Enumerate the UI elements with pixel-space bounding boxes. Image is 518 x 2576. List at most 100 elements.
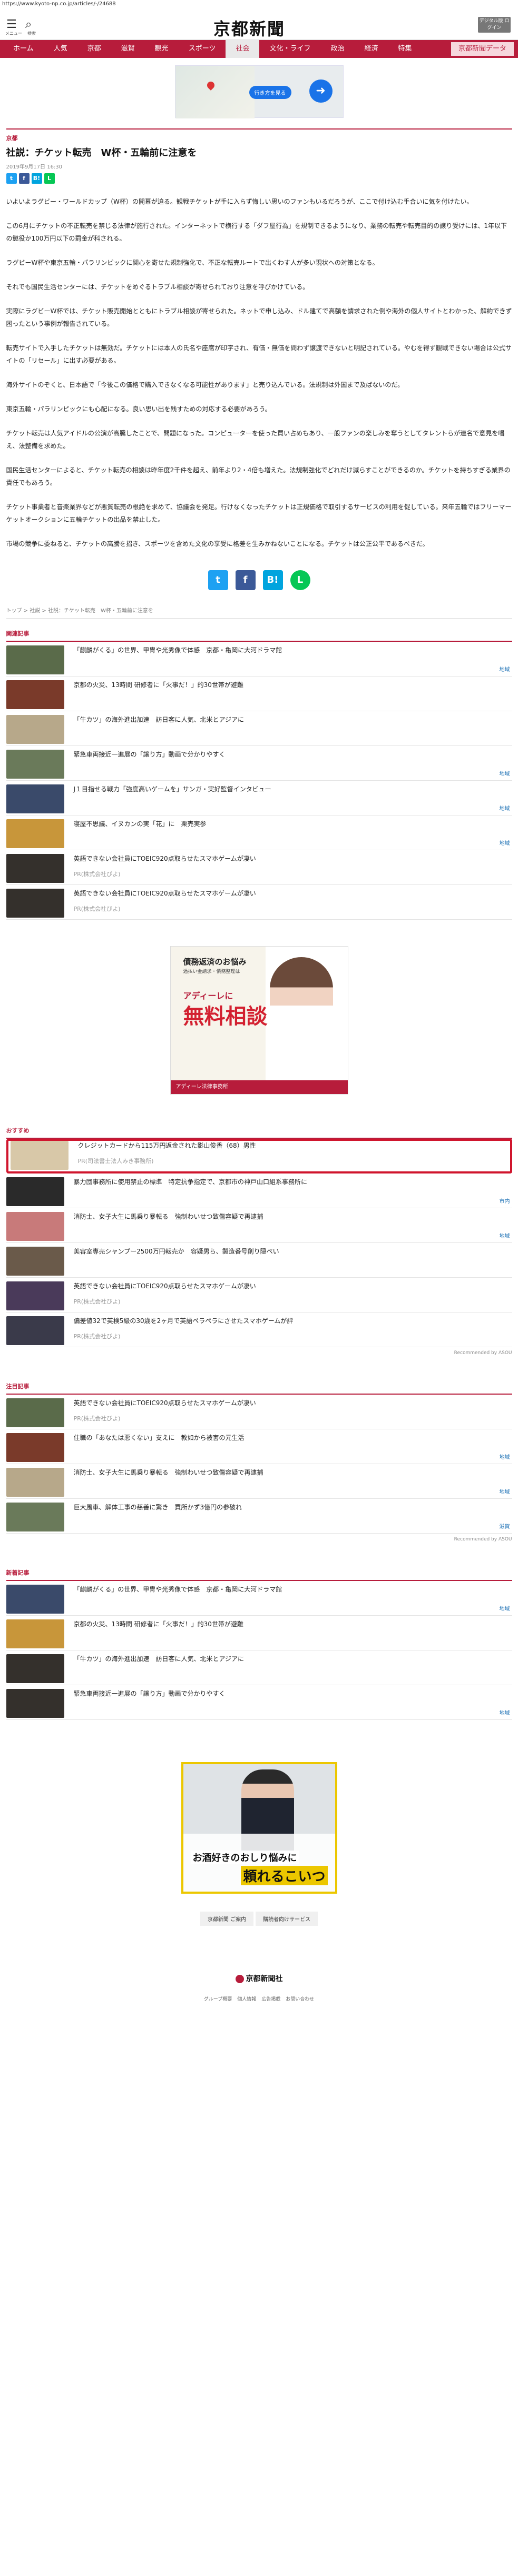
footer-menu-item[interactable]: 広告掲載: [261, 1995, 280, 2002]
list-item-tag[interactable]: 地域: [500, 804, 510, 812]
article-thumbnail[interactable]: [6, 1654, 64, 1683]
article-thumbnail[interactable]: [6, 1689, 64, 1718]
list-item-title[interactable]: 住職の「あなたは悪くない」支えに 教如から被害の元生活: [74, 1433, 512, 1443]
article-thumbnail[interactable]: [6, 889, 64, 918]
footer-link-subscriber[interactable]: 購読者向けサービス: [256, 1912, 318, 1926]
list-item-tag[interactable]: 地域: [500, 1604, 510, 1612]
list-item[interactable]: 京都の火災、13時間 研修者に「火事だ！」的30世帯が避難: [6, 1616, 512, 1650]
list-item-title[interactable]: 英語できない会社員にTOEIC920点取らせたスマホゲームが凄い: [74, 854, 512, 863]
list-item-title[interactable]: 偏差値32で英検5級の30歳を2ヶ月で英語ペラペラにさせたスマホゲームが評: [74, 1316, 512, 1326]
article-thumbnail[interactable]: [6, 1619, 64, 1648]
list-item[interactable]: クレジットカードから115万円返金された影山俊香（68）男性 PR(司法書士法人み…: [6, 1139, 512, 1173]
list-item[interactable]: 美容室専売シャンプー2500万円転売か 容疑男ら、製造番号削り隠ぺい: [6, 1243, 512, 1278]
list-item[interactable]: 消防士、女子大生に馬乗り暴転る 強制わいせつ致傷容疑で再逮捕 地域: [6, 1464, 512, 1499]
ad-cta-button[interactable]: 行き方を見る: [249, 86, 291, 99]
article-thumbnail[interactable]: [6, 1316, 64, 1345]
article-thumbnail[interactable]: [6, 1398, 64, 1427]
list-item-title[interactable]: 美容室専売シャンプー2500万円転売か 容疑男ら、製造番号削り隠ぺい: [74, 1247, 512, 1256]
nav-item[interactable]: スポーツ: [179, 40, 226, 58]
menu-icon[interactable]: ☰: [6, 18, 17, 31]
footer-menu-item[interactable]: お問い合わせ: [286, 1995, 314, 2002]
article-thumbnail[interactable]: [10, 1141, 69, 1170]
article-thumbnail[interactable]: [6, 819, 64, 848]
nav-item[interactable]: 特集: [388, 40, 422, 58]
directions-arrow-icon[interactable]: ➜: [309, 79, 333, 103]
nav-item[interactable]: 文化・ライフ: [259, 40, 320, 58]
list-item-title[interactable]: 英語できない会社員にTOEIC920点取らせたスマホゲームが凄い: [74, 889, 512, 898]
ad-banner-mid[interactable]: 債務返済のお悩み 過払い金請求・債務整理は アディーレに 無料相談 アディーレ法…: [170, 946, 348, 1095]
article-thumbnail[interactable]: [6, 645, 64, 674]
article-thumbnail[interactable]: [6, 1212, 64, 1241]
list-item[interactable]: 英語できない会社員にTOEIC920点取らせたスマホゲームが凄い PR(株式会社ぴ…: [6, 1395, 512, 1429]
nav-item[interactable]: 京都新聞データ: [451, 42, 514, 56]
list-item-title[interactable]: クレジットカードから115万円返金された影山俊香（68）男性: [78, 1141, 508, 1150]
digital-login-button[interactable]: デジタル版 ログイン: [478, 17, 511, 33]
list-item-tag[interactable]: 地域: [500, 839, 510, 847]
list-item-title[interactable]: 緊急車両接近一進展の「譲り方」動画で分かりやすく: [74, 1689, 512, 1698]
hatena-share-icon[interactable]: B!: [262, 570, 283, 590]
list-item[interactable]: 住職の「あなたは悪くない」支えに 教如から被害の元生活 地域: [6, 1429, 512, 1464]
list-item-title[interactable]: J１目指せる戦力「強度高いゲームを」サンガ・実好監督インタビュー: [74, 784, 512, 794]
article-thumbnail[interactable]: [6, 854, 64, 883]
article-thumbnail[interactable]: [6, 1281, 64, 1310]
facebook-share-icon[interactable]: f: [235, 570, 256, 590]
hatena-share-icon[interactable]: B!: [31, 173, 42, 184]
list-item-tag[interactable]: 地域: [500, 1708, 510, 1716]
list-item-title[interactable]: 「麒麟がくる」の世界、甲冑や光秀像で体感 京都・亀岡に大河ドラマ館: [74, 1585, 512, 1594]
list-item[interactable]: 英語できない会社員にTOEIC920点取らせたスマホゲームが凄い PR(株式会社ぴ…: [6, 1278, 512, 1312]
list-item-title[interactable]: 「牛カツ」の海外進出加速 訪日客に人気、北米とアジアに: [74, 1654, 512, 1664]
nav-item[interactable]: 人気: [44, 40, 77, 58]
list-item[interactable]: 寝屋不思議、イヌカンの実「花」に 栗売実参地域: [6, 815, 512, 850]
list-item[interactable]: 京都の火災、13時間 研修者に「火事だ！」的30世帯が避難: [6, 677, 512, 711]
list-item-title[interactable]: 京都の火災、13時間 研修者に「火事だ！」的30世帯が避難: [74, 1619, 512, 1629]
line-share-icon[interactable]: L: [44, 173, 55, 184]
nav-item[interactable]: ホーム: [3, 40, 44, 58]
line-share-icon[interactable]: L: [290, 570, 310, 590]
list-item-title[interactable]: 緊急車両接近一進展の「譲り方」動画で分かりやすく: [74, 750, 512, 759]
article-thumbnail[interactable]: [6, 750, 64, 779]
list-item-title[interactable]: 英語できない会社員にTOEIC920点取らせたスマホゲームが凄い: [74, 1281, 512, 1291]
article-thumbnail[interactable]: [6, 1177, 64, 1206]
list-item-title[interactable]: 「麒麟がくる」の世界、甲冑や光秀像で体感 京都・亀岡に大河ドラマ館: [74, 645, 512, 655]
list-item[interactable]: 「牛カツ」の海外進出加速 訪日客に人気、北米とアジアに: [6, 711, 512, 746]
list-item-tag[interactable]: 滋賀: [500, 1522, 510, 1530]
url-bar[interactable]: https://www.kyoto-np.co.jp/articles/-/24…: [0, 0, 518, 8]
list-item-title[interactable]: 京都の火災、13時間 研修者に「火事だ！」的30世帯が避難: [74, 680, 512, 690]
list-item[interactable]: 偏差値32で英検5級の30歳を2ヶ月で英語ペラペラにさせたスマホゲームが評 PR(…: [6, 1312, 512, 1347]
twitter-share-icon[interactable]: t: [208, 570, 228, 590]
list-item-title[interactable]: 英語できない会社員にTOEIC920点取らせたスマホゲームが凄い: [74, 1398, 512, 1408]
ad-banner-bottom[interactable]: お酒好きのおしり悩みに 頼れるこいつ: [181, 1762, 337, 1894]
list-item[interactable]: 「牛カツ」の海外進出加速 訪日客に人気、北米とアジアに: [6, 1650, 512, 1685]
list-item[interactable]: 緊急車両接近一進展の「譲り方」動画で分かりやすく地域: [6, 1685, 512, 1720]
article-thumbnail[interactable]: [6, 1503, 64, 1531]
article-thumbnail[interactable]: [6, 715, 64, 744]
list-item-tag[interactable]: 地域: [500, 769, 510, 777]
twitter-share-icon[interactable]: t: [6, 173, 17, 184]
article-thumbnail[interactable]: [6, 1247, 64, 1276]
ad-banner-top[interactable]: 行き方を見る ➜: [174, 65, 344, 118]
list-item-title[interactable]: 「牛カツ」の海外進出加速 訪日客に人気、北米とアジアに: [74, 715, 512, 724]
breadcrumb[interactable]: トップ > 社説 > 社説：チケット転売 W杯・五輪前に注意を: [6, 606, 512, 619]
article-thumbnail[interactable]: [6, 680, 64, 709]
list-item-title[interactable]: 暴力団事務所に使用禁止の標準 特定抗争指定で、京都市の神戸山口組系事務所に: [74, 1177, 512, 1187]
list-item-title[interactable]: 寝屋不思議、イヌカンの実「花」に 栗売実参: [74, 819, 512, 829]
list-item[interactable]: 英語できない会社員にTOEIC920点取らせたスマホゲームが凄い PR(株式会社ぴ…: [6, 885, 512, 920]
list-item-tag[interactable]: 地域: [500, 1231, 510, 1239]
recommended-by[interactable]: Recommended by ɅЅOU: [6, 1350, 512, 1356]
list-item-tag[interactable]: 地域: [500, 665, 510, 673]
nav-item[interactable]: 経済: [354, 40, 388, 58]
facebook-share-icon[interactable]: f: [18, 173, 30, 184]
footer-logo[interactable]: 京都新聞社: [6, 1973, 512, 1984]
list-item[interactable]: 消防士、女子大生に馬乗り暴転る 強制わいせつ致傷容疑で再逮捕 地域: [6, 1208, 512, 1243]
article-thumbnail[interactable]: [6, 784, 64, 813]
article-thumbnail[interactable]: [6, 1433, 64, 1462]
site-logo[interactable]: 京都新聞: [213, 16, 285, 40]
list-item-tag[interactable]: 市内: [500, 1197, 510, 1205]
list-item[interactable]: 緊急車両接近一進展の「譲り方」動画で分かりやすく地域: [6, 746, 512, 781]
footer-link-guide[interactable]: 京都新聞 ご案内: [200, 1912, 254, 1926]
list-item-tag[interactable]: 地域: [500, 1487, 510, 1495]
search-icon[interactable]: ⌕: [25, 18, 32, 31]
footer-menu-item[interactable]: グループ概要: [204, 1995, 232, 2002]
nav-item[interactable]: 社会: [226, 40, 260, 58]
popular-by[interactable]: Recommended by ɅЅOU: [6, 1537, 512, 1542]
